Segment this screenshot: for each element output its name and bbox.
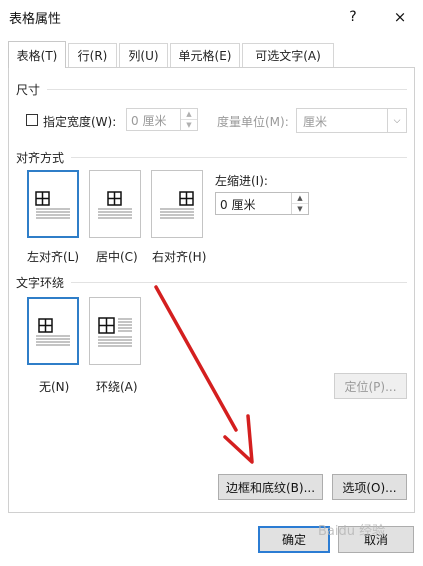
watermark-logo: Baidu 经验 bbox=[318, 524, 386, 539]
table-properties-dialog: 表格属性 ? × 表格(T) 行(R) 列(U) 单元格(E) 可选文字(A) … bbox=[0, 0, 423, 566]
tab-table[interactable]: 表格(T) bbox=[8, 41, 66, 68]
annotation-arrow-icon bbox=[154, 285, 254, 464]
